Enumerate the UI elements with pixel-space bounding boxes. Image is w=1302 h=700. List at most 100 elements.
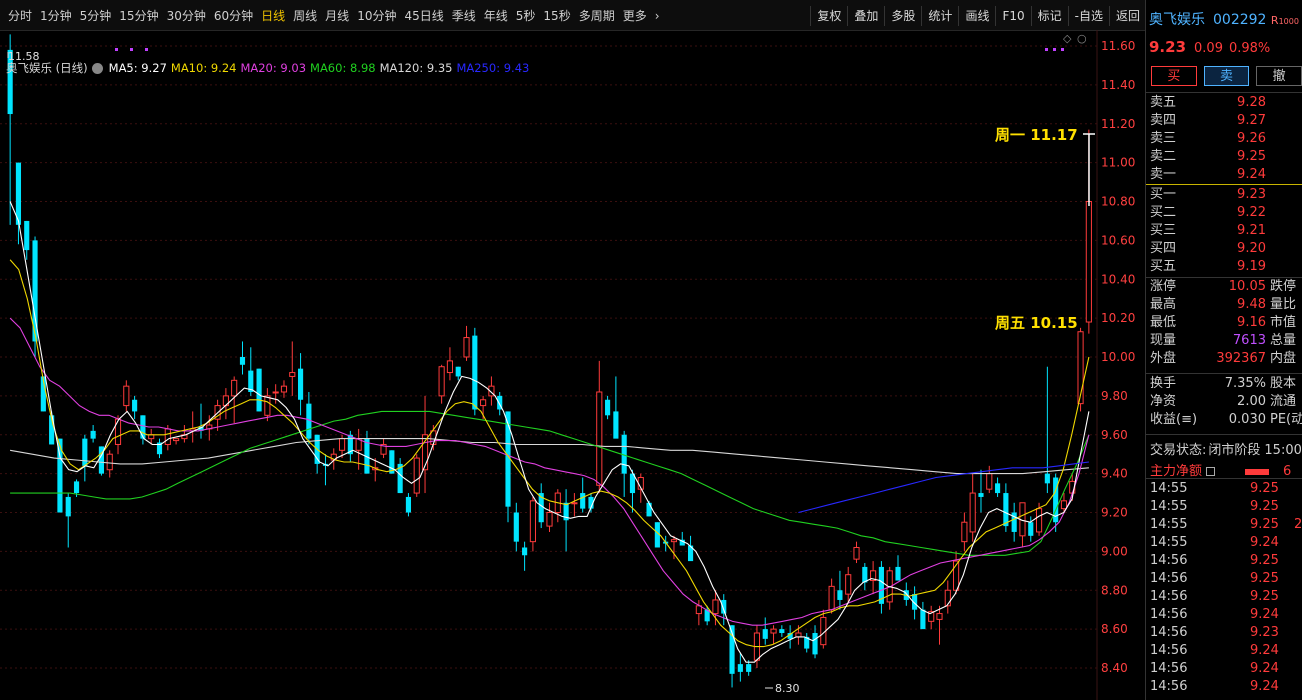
- candle-body-up: [338, 438, 346, 451]
- tool-button-2[interactable]: 多股: [884, 6, 921, 26]
- ma-label-0: MA5: 9.27: [108, 61, 167, 75]
- stats-row[interactable]: 外盘 392367 内盘: [1146, 350, 1302, 368]
- candle-body-up: [1085, 201, 1092, 323]
- tick-time: 14:55: [1150, 535, 1188, 550]
- bids-row[interactable]: 买五 9.19: [1146, 258, 1302, 276]
- y-tick-label: 10.00: [1101, 350, 1135, 364]
- bids-row[interactable]: 买三 9.21: [1146, 222, 1302, 240]
- tab-5[interactable]: 60分钟: [210, 7, 257, 24]
- tab-14[interactable]: 15秒: [539, 7, 574, 24]
- tool-button-0[interactable]: 复权: [810, 6, 847, 26]
- tick-row[interactable]: 14:56 9.25: [1146, 570, 1302, 588]
- tick-row[interactable]: 14:56 9.24: [1146, 642, 1302, 660]
- tab-6[interactable]: 日线: [257, 7, 289, 24]
- stats-row[interactable]: 最低 9.16 市值: [1146, 314, 1302, 332]
- candle-body-down: [895, 566, 901, 581]
- candle-body-up: [961, 521, 968, 543]
- asks-row[interactable]: 卖五 9.28: [1146, 94, 1302, 112]
- tool-button-1[interactable]: 叠加: [847, 6, 884, 26]
- tab-12[interactable]: 年线: [480, 7, 512, 24]
- tick-row[interactable]: 14:56 9.24: [1146, 606, 1302, 624]
- tick-row[interactable]: 14:56 9.25: [1146, 552, 1302, 570]
- bids-row[interactable]: 买四 9.20: [1146, 240, 1302, 258]
- quote-panel: 奥飞娱乐 002292 R1000 9.23 0.09 0.98% 买 卖 撤 卖五 9…: [1146, 0, 1302, 700]
- stats-row[interactable]: 最高 9.48 量比: [1146, 296, 1302, 314]
- chevron-down-icon[interactable]: [91, 62, 103, 74]
- tick-row[interactable]: 14:56 9.25: [1146, 588, 1302, 606]
- tab-11[interactable]: 季线: [448, 7, 480, 24]
- tool-button-5[interactable]: F10: [995, 6, 1030, 26]
- tool-button-3[interactable]: 统计: [921, 6, 958, 26]
- tool-button-4[interactable]: 画线: [958, 6, 995, 26]
- sell-button[interactable]: 卖: [1203, 66, 1250, 86]
- candle-body-down: [779, 629, 785, 634]
- stats2-row[interactable]: 换手 7.35% 股本: [1146, 375, 1302, 393]
- y-tick-label: 9.20: [1101, 506, 1128, 520]
- tab-2[interactable]: 5分钟: [76, 7, 116, 24]
- tick-row[interactable]: 14:56 9.24: [1146, 678, 1302, 696]
- candle-body-down: [455, 366, 461, 377]
- asks-row[interactable]: 卖四 9.27: [1146, 112, 1302, 130]
- row-label: 卖二: [1150, 149, 1177, 164]
- tick-row[interactable]: 14:56 9.24: [1146, 660, 1302, 678]
- tick-price: 9.25: [1250, 571, 1279, 586]
- tick-price: 9.25: [1250, 517, 1279, 532]
- tab-13[interactable]: 5秒: [512, 7, 540, 24]
- asks-row[interactable]: 卖三 9.26: [1146, 130, 1302, 148]
- chart-title: 奥飞娱乐 (日线): [6, 61, 88, 75]
- tab-9[interactable]: 10分钟: [353, 7, 400, 24]
- stats-row[interactable]: 现量 7613 总量: [1146, 332, 1302, 350]
- stats-row[interactable]: 涨停 10.05 跌停: [1146, 278, 1302, 296]
- kline-chart[interactable]: 11.60 11.40 11.20 11.00 10.80 10.60 10.40 10.20…: [0, 30, 1145, 700]
- tab-16[interactable]: 更多: [619, 7, 651, 24]
- candle-body-up: [596, 391, 603, 486]
- asks-row[interactable]: 卖一 9.24: [1146, 166, 1302, 184]
- tick-row[interactable]: 14:55 9.25: [1146, 498, 1302, 516]
- circle-icon: ○: [1077, 32, 1087, 45]
- row-value: 9.48: [1237, 297, 1266, 312]
- y-tick-label: 9.40: [1101, 467, 1128, 481]
- cancel-button[interactable]: 撤: [1256, 66, 1302, 86]
- buy-button[interactable]: 买: [1151, 66, 1197, 86]
- tick-row[interactable]: 14:55 9.25 2: [1146, 516, 1302, 534]
- tick-row[interactable]: 14:55 9.25: [1146, 480, 1302, 498]
- tab-8[interactable]: 月线: [321, 7, 353, 24]
- chevron-right-icon[interactable]: ›: [655, 9, 665, 23]
- status-value: 闭市阶段: [1208, 443, 1261, 458]
- candle-body-down: [746, 664, 752, 672]
- candle-body-down: [132, 399, 138, 412]
- tool-button-8[interactable]: 返回: [1108, 6, 1146, 26]
- info-box-icon[interactable]: [1206, 467, 1216, 476]
- tool-button-7[interactable]: -自选: [1067, 6, 1109, 26]
- candle-body-up: [446, 360, 453, 374]
- tab-4[interactable]: 30分钟: [163, 7, 210, 24]
- bids-row[interactable]: 买二 9.22: [1146, 204, 1302, 222]
- tick-row[interactable]: 14:56 9.23: [1146, 624, 1302, 642]
- asks-row[interactable]: 卖二 9.25: [1146, 148, 1302, 166]
- tick-list[interactable]: 14:55 9.25 14:55 9.25 14:55 9.25 2 14:55 9.24 14:…: [1146, 480, 1302, 696]
- tool-buttons: 复权 叠加 多股 统计 画线 F10 标记 -自选 返回: [810, 6, 1146, 26]
- tick-row[interactable]: 14:55 9.24: [1146, 534, 1302, 552]
- row-label: 外盘: [1150, 351, 1177, 366]
- candle-body-up: [853, 546, 860, 560]
- row-label: 现量: [1150, 333, 1177, 348]
- row-label: 卖三: [1150, 131, 1177, 146]
- tab-0[interactable]: 分时: [4, 7, 36, 24]
- stats2-row[interactable]: 净资 2.00 流通: [1146, 393, 1302, 411]
- kline-chart-svg[interactable]: 11.60 11.40 11.20 11.00 10.80 10.60 10.40 10.20…: [0, 30, 1145, 700]
- candle-body-up: [114, 418, 122, 445]
- ma5-line: [9, 201, 1090, 663]
- tab-7[interactable]: 周线: [289, 7, 321, 24]
- main-netflow: 主力净额 6: [1150, 460, 1291, 479]
- tool-button-6[interactable]: 标记: [1030, 6, 1068, 26]
- tab-10[interactable]: 45日线: [400, 7, 447, 24]
- tab-1[interactable]: 1分钟: [36, 7, 76, 24]
- tab-15[interactable]: 多周期: [575, 7, 619, 24]
- candle-body-up: [280, 385, 288, 393]
- y-tick-label: 8.80: [1101, 583, 1128, 597]
- price-change-pct: 0.98%: [1228, 41, 1271, 56]
- candle-body-up: [173, 438, 180, 442]
- tab-3[interactable]: 15分钟: [115, 7, 162, 24]
- bids-row[interactable]: 买一 9.23: [1146, 186, 1302, 204]
- stats2-row[interactable]: 收益(≡) 0.030 PE(动: [1146, 411, 1302, 429]
